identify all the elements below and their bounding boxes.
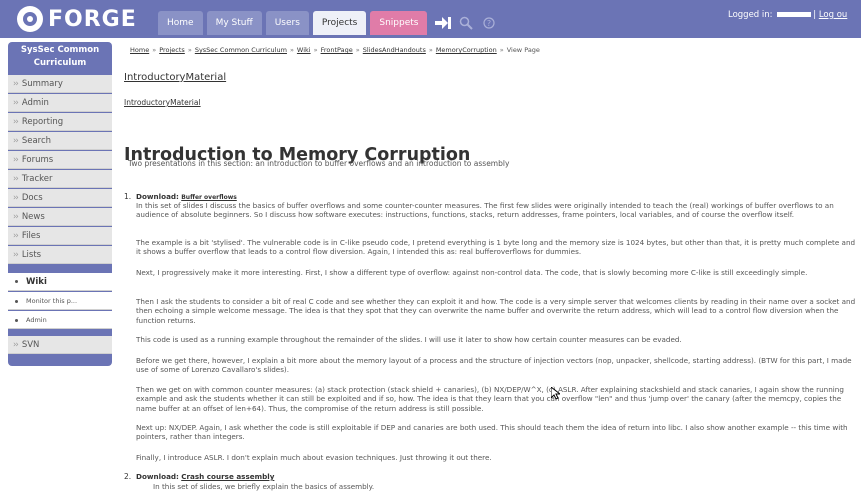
main-nav: Home My Stuff Users Projects Snippets ? [158, 11, 504, 35]
help-icon[interactable]: ? [481, 15, 497, 31]
search-icon[interactable] [458, 15, 474, 31]
bullet-icon [15, 299, 18, 303]
chevron-right-icon: ›› [13, 340, 19, 350]
project-title: SysSec Common Curriculum [20, 45, 100, 68]
chevron-right-icon: ›› [13, 136, 19, 146]
chevron-right-icon: ›› [13, 212, 19, 222]
chevron-right-icon: ›› [13, 155, 19, 165]
sidebar-item-docs[interactable]: ›› Docs [8, 189, 112, 207]
sidebar-item-tracker[interactable]: ›› Tracker [8, 170, 112, 188]
paragraph: The example is a bit 'stylised'. The vul… [136, 238, 856, 257]
sidebar-item-label: Summary [21, 79, 63, 89]
chevron-right-icon: ›› [13, 231, 19, 241]
project-sidebar: SysSec Common Curriculum ›› Summary ›› Adm… [8, 42, 112, 366]
sidebar-item-summary[interactable]: ›› Summary [8, 75, 112, 93]
paragraph: Finally, I introduce ASLR. I don't expla… [136, 453, 492, 462]
sidebar-item-label: Admin [21, 98, 49, 108]
login-arrow-icon[interactable] [435, 15, 452, 31]
intro-text: Two presentations in this section: an in… [128, 159, 510, 168]
top-header: FORGE Home My Stuff Users Projects Snipp… [0, 0, 861, 38]
sidebar-item-reporting[interactable]: ›› Reporting [8, 113, 112, 131]
paragraph: In this set of slides, we briefly explai… [153, 482, 375, 491]
breadcrumb-frontpage[interactable]: FrontPage [321, 46, 353, 54]
download-label: Download: [136, 192, 179, 201]
download-line: Download: Crash course assembly [136, 472, 861, 481]
breadcrumb: Home» Projects» SysSec Common Curriculum» W… [130, 46, 540, 54]
tab-users[interactable]: Users [265, 11, 309, 35]
breadcrumb-home[interactable]: Home [130, 46, 149, 54]
chevron-right-icon: ›› [13, 193, 19, 203]
paragraph: Before we get there, however, I explain … [136, 356, 852, 375]
paragraph: Then we get on with common counter measu… [136, 385, 844, 413]
page-link[interactable]: IntroductoryMaterial [124, 98, 201, 107]
paragraph: Then I ask the students to consider a bi… [136, 297, 856, 325]
svg-text:?: ? [487, 19, 491, 28]
sidebar-item-label: Wiki [26, 277, 47, 287]
sidebar-item-label: Admin [26, 316, 47, 324]
list-number: 1. [124, 192, 132, 201]
sidebar-item-news[interactable]: ›› News [8, 208, 112, 226]
tab-projects[interactable]: Projects [312, 11, 367, 35]
sidebar-item-label: Tracker [21, 174, 53, 184]
crash-course-assembly-link[interactable]: Crash course assembly [181, 472, 274, 481]
sidebar-item-label: Monitor this p... [26, 297, 78, 305]
bullet-icon [15, 318, 18, 322]
paragraph: In this set of slides I discuss the basi… [136, 201, 834, 220]
sidebar-item-label: Docs [21, 193, 43, 203]
sidebar-item-label: Forums [21, 155, 54, 165]
login-status: Logged in: | Log ou [728, 10, 848, 20]
forge-logo-icon [17, 6, 43, 32]
sidebar-item-svn[interactable]: ›› SVN [8, 336, 112, 354]
paragraph: This code is used as a running example t… [136, 335, 682, 344]
redacted-username [777, 12, 812, 17]
sidebar-item-files[interactable]: ›› Files [8, 227, 112, 245]
sidebar-item-forums[interactable]: ›› Forums [8, 151, 112, 169]
chevron-right-icon: ›› [13, 117, 19, 127]
bullet-icon [15, 280, 18, 283]
list-number: 2. [124, 472, 132, 481]
chevron-right-icon: ›› [13, 174, 19, 184]
breadcrumb-slides[interactable]: SlidesAndHandouts [363, 46, 426, 54]
sidebar-item-label: Search [21, 136, 52, 146]
mouse-cursor-icon [551, 387, 560, 400]
sidebar-item-label: Files [21, 231, 41, 241]
paragraph: Next, I progressively make it more inter… [136, 268, 808, 277]
tab-snippets[interactable]: Snippets [370, 11, 428, 35]
sidebar-item-monitor[interactable]: Monitor this p... [8, 292, 112, 310]
sidebar-item-admin[interactable]: ›› Admin [8, 94, 112, 112]
sidebar-item-wiki[interactable]: Wiki [8, 273, 112, 291]
logout-link[interactable]: Log ou [819, 10, 847, 20]
breadcrumb-project[interactable]: SysSec Common Curriculum [195, 46, 287, 54]
breadcrumb-wiki[interactable]: Wiki [297, 46, 311, 54]
sidebar-item-label: SVN [21, 340, 40, 350]
breadcrumb-memory[interactable]: MemoryCorruption [436, 46, 497, 54]
download-label: Download: [136, 472, 179, 481]
breadcrumb-current: View Page [506, 46, 540, 54]
chevron-right-icon: ›› [13, 98, 19, 108]
sidebar-item-lists[interactable]: ›› Lists [8, 246, 112, 264]
logo-text: FORGE [48, 6, 137, 32]
chevron-right-icon: ›› [13, 250, 19, 260]
login-label: Logged in: [728, 10, 773, 20]
buffer-overflows-link[interactable]: Buffer overflows [181, 194, 237, 201]
sidebar-item-label: Reporting [21, 117, 64, 127]
sidebar-item-wiki-admin[interactable]: Admin [8, 311, 112, 329]
tab-my-stuff[interactable]: My Stuff [206, 11, 262, 35]
page-title: IntroductoryMaterial [124, 72, 227, 83]
tab-home[interactable]: Home [158, 11, 203, 35]
sidebar-item-label: Lists [21, 250, 42, 260]
breadcrumb-projects[interactable]: Projects [159, 46, 185, 54]
sidebar-item-search[interactable]: ›› Search [8, 132, 112, 150]
sidebar-item-label: News [21, 212, 45, 222]
paragraph: Next up: NX/DEP. Again, I ask whether th… [136, 423, 848, 442]
nav-icons: ? [435, 11, 504, 35]
chevron-right-icon: ›› [13, 79, 19, 89]
forge-logo[interactable]: FORGE [17, 6, 137, 32]
